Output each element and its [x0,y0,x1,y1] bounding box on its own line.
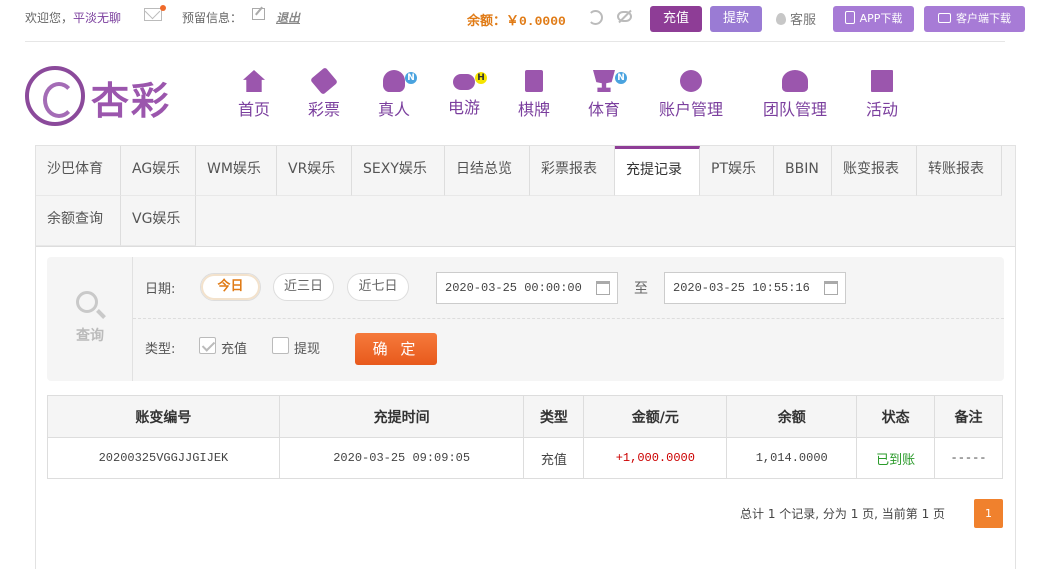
trophy-icon [593,70,615,92]
app-download-button[interactable]: APP下载 [833,6,914,32]
unread-dot [160,5,166,11]
nav-cards[interactable]: 棋牌 [516,70,552,120]
search-icon [76,291,98,313]
tab-vr[interactable]: VR娱乐 [277,146,352,196]
tab-wm[interactable]: WM娱乐 [196,146,277,196]
cell-balance: 1,014.0000 [726,437,858,479]
tab-lottery-report[interactable]: 彩票报表 [530,146,615,196]
top-bar: 欢迎您，平淡无聊 预留信息： 退出 余额：￥0.0000 充值 提款 客服 AP… [0,0,1053,34]
gift-icon [871,70,893,92]
deposit-button[interactable]: 充值 [650,6,702,32]
hot-badge: H [475,72,487,84]
service-icon [776,13,786,25]
tab-daily-summary[interactable]: 日结总览 [445,146,530,196]
deposit-checkbox-label: 充值 [221,342,248,357]
balance-display: 余额：￥0.0000 [467,14,566,29]
mail-icon[interactable] [144,5,166,21]
tab-ag[interactable]: AG娱乐 [121,146,196,196]
tab-bbin[interactable]: BBIN [774,146,832,196]
withdraw-checkbox[interactable] [272,337,289,354]
brand-name: 杏彩 [91,78,172,123]
table-row: 20200325VGGJJGIJEK 2020-03-25 09:09:05 充… [47,437,1003,479]
cell-amount: +1,000.0000 [583,437,728,479]
customer-service-link[interactable]: 客服 [776,9,816,28]
reserve-info-label: 预留信息： [182,11,243,25]
new-badge: N [615,72,627,84]
withdraw-checkbox-label: 提现 [294,342,321,357]
calendar-icon[interactable] [596,281,610,295]
site-logo[interactable]: 杏彩 [25,66,185,126]
records-table: 账变编号 充提时间 类型 金额/元 余额 状态 备注 20200325VGGJJ… [47,395,1003,479]
phone-icon [844,11,855,24]
range-today-button[interactable]: 今日 [200,273,261,301]
nav-lottery[interactable]: 彩票 [306,67,342,120]
account-icon [680,70,702,92]
tab-sexy[interactable]: SEXY娱乐 [352,146,445,196]
tab-transfer-report[interactable]: 转账报表 [917,146,1002,196]
type-label: 类型: [145,342,176,357]
confirm-button[interactable]: 确 定 [355,333,437,365]
monitor-icon [938,13,951,23]
col-header-balance: 余额 [726,395,858,438]
range-3days-button[interactable]: 近三日 [273,273,334,301]
new-badge: N [405,72,417,84]
cell-type: 充值 [523,437,585,479]
start-datetime-input[interactable]: 2020-03-25 00:00:00 [436,272,618,304]
welcome-text: 欢迎您，平淡无聊 [25,11,122,25]
nav-slots[interactable]: H 电游 [446,70,487,118]
query-label: 查询 [76,328,104,344]
range-7days-button[interactable]: 近七日 [347,273,409,301]
content-panel: 沙巴体育 AG娱乐 WM娱乐 VR娱乐 SEXY娱乐 日结总览 彩票报表 充提记… [35,145,1016,569]
tab-deposit-withdraw-records[interactable]: 充提记录 [615,146,700,196]
withdraw-button[interactable]: 提款 [710,6,762,32]
nav-home[interactable]: 首页 [236,70,272,120]
to-label: 至 [634,281,648,297]
filter-divider [133,318,1004,319]
dealer-icon [383,70,405,92]
tab-pt[interactable]: PT娱乐 [700,146,774,196]
table-header-row: 账变编号 充提时间 类型 金额/元 余额 状态 备注 [47,395,1003,438]
cell-remark: ----- [934,437,1003,479]
cell-time: 2020-03-25 09:09:05 [278,437,525,479]
logout-link[interactable]: 退出 [276,9,300,26]
nav-promo[interactable]: 活动 [864,70,900,120]
nav-live[interactable]: N 真人 [376,70,417,120]
home-icon [243,70,265,92]
deposit-checkbox[interactable] [199,337,216,354]
cell-id: 20200325VGGJJGIJEK [47,437,280,479]
col-header-amount: 金额/元 [583,395,728,438]
cards-icon [525,70,543,92]
col-header-status: 状态 [856,395,936,438]
pagination-info: 总计 1 个记录, 分为 1 页, 当前第 1 页 [740,507,946,521]
nav-sports[interactable]: N 体育 [586,70,627,120]
cell-status: 已到账 [856,437,936,479]
nav-team[interactable]: 团队管理 [761,70,829,120]
tab-saba-sports[interactable]: 沙巴体育 [36,146,121,196]
edit-icon[interactable] [252,8,265,20]
col-header-time: 充提时间 [278,395,525,438]
filter-box: 查询 日期: 今日 近三日 近七日 2020-03-25 00:00:00 至 … [47,257,1004,381]
refresh-icon[interactable] [588,10,603,25]
client-download-button[interactable]: 客户端下载 [924,6,1025,32]
nav-account[interactable]: 账户管理 [657,70,725,120]
report-tabs: 沙巴体育 AG娱乐 WM娱乐 VR娱乐 SEXY娱乐 日结总览 彩票报表 充提记… [36,146,1015,247]
end-datetime-input[interactable]: 2020-03-25 10:55:16 [664,272,846,304]
team-icon [782,70,808,92]
tab-vg[interactable]: VG娱乐 [121,196,196,246]
calendar-icon[interactable] [824,281,838,295]
username[interactable]: 平淡无聊 [73,11,121,25]
top-divider [25,41,1005,42]
query-section: 查询 [47,257,133,381]
col-header-id: 账变编号 [47,395,280,438]
page-1-button[interactable]: 1 [974,499,1003,528]
date-label: 日期: [145,282,176,297]
tab-balance-query[interactable]: 余额查询 [36,196,121,246]
col-header-remark: 备注 [934,395,1003,438]
col-header-type: 类型 [523,395,585,438]
logo-emblem-icon [25,66,85,126]
gamepad-icon [453,74,475,90]
tab-balance-change-report[interactable]: 账变报表 [832,146,917,196]
ticket-icon [310,67,338,95]
hide-balance-icon[interactable] [617,11,632,22]
